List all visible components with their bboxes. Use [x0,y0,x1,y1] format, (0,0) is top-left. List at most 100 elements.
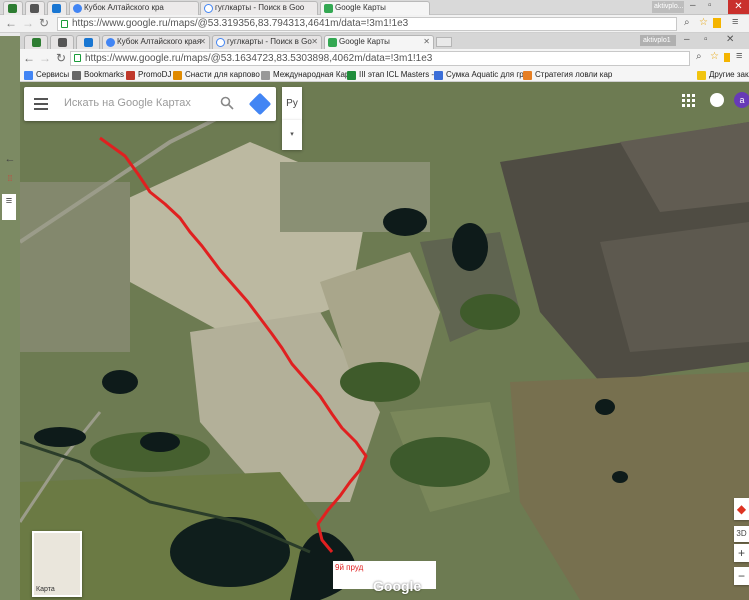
outer-tab-3[interactable] [47,1,67,15]
tab-favicon-icon [52,4,61,13]
url-text: https://www.google.ru/maps/@53.319356,83… [72,18,409,29]
forward-icon[interactable]: → [22,16,34,30]
bookmark-strategiya[interactable]: Стратегия ловли кар [523,69,612,81]
language-button[interactable]: Ру [282,87,302,121]
bookmark-mezhdunarodnaya[interactable]: Международная Кар [261,69,349,81]
tab-label: гуглкарты - Поиск в Go [227,37,312,46]
star-icon[interactable]: ☆ [710,51,719,62]
inner-tab-maps[interactable]: Google Карты ✕ [324,35,434,49]
tab-favicon-icon [32,38,41,47]
tab-close-icon[interactable]: ✕ [423,36,430,48]
apps-icon[interactable]: ⁞⁞ [2,172,18,186]
outer-tab-strip: Кубок Алтайского кра гуглкарты - Поиск в… [0,0,749,15]
pond [34,427,86,447]
profile-badge[interactable]: aktivplo... [652,1,684,13]
maximize-icon[interactable]: ▫ [704,34,708,45]
bookmark-label: Стратегия ловли кар [535,70,613,79]
tab-favicon-icon [30,4,39,13]
inner-tab-1[interactable] [24,35,48,49]
google-icon [216,38,225,47]
map-search-box[interactable]: Искать на Google Картах [24,87,276,121]
inner-tab-kubok[interactable]: Кубок Алтайского края ✕ [102,35,210,49]
site-icon [434,71,443,80]
menu-icon[interactable]: ≡ [732,16,738,28]
zoom-in-button[interactable]: + [734,544,749,562]
outer-tab-kubok[interactable]: Кубок Алтайского кра [69,1,199,15]
bookmark-snasti[interactable]: Снасти для карпово [173,69,260,81]
outer-tab-1[interactable] [3,1,23,15]
menu-icon[interactable]: ≡ [2,194,16,220]
google-apps-icon[interactable] [682,94,695,107]
satellite-imagery [20,82,749,600]
chevron-down-icon[interactable]: ▾ [282,120,302,150]
reload-icon[interactable]: ↻ [39,16,49,30]
tab-label: Кубок Алтайского кра [84,3,164,12]
extension-icon[interactable] [724,53,730,62]
bookmark-bookmarks[interactable]: Bookmarks [72,69,124,81]
profile-badge[interactable]: aktivplo1 [640,35,676,46]
outer-tab-maps[interactable]: Google Карты [320,1,430,15]
inner-tab-3[interactable] [76,35,100,49]
tab-close-icon[interactable]: ✕ [199,36,206,48]
back-icon[interactable]: ← [22,50,36,66]
star-icon[interactable]: ☆ [699,17,708,28]
close-icon[interactable]: ✕ [728,0,749,14]
map-type-toggle[interactable]: Карта [32,531,82,597]
minimize-icon[interactable]: – [690,0,696,11]
extension-icon[interactable] [713,18,721,28]
inner-tab-search[interactable]: гуглкарты - Поиск в Go ✕ [212,35,322,49]
pond [452,223,488,271]
inner-address-row: ← → ↻ https://www.google.ru/maps/@53.163… [20,49,749,67]
zoom-out-button[interactable]: − [734,567,749,585]
outer-url-field[interactable]: https://www.google.ru/maps/@53.319356,83… [57,17,677,31]
bookmark-sumka[interactable]: Сумка Aquatic для гр [434,69,524,81]
hamburger-menu-icon[interactable] [34,98,48,110]
zoom-icon[interactable]: ⌕ [696,51,702,62]
bookmark-label: Сервисы [36,70,70,79]
maximize-icon[interactable]: ▫ [708,0,712,11]
google-icon [204,4,213,13]
bookmark-services[interactable]: Сервисы [24,69,69,81]
document-icon [261,71,270,80]
pond [383,208,427,236]
outer-tab-2[interactable] [25,1,45,15]
inner-url-field[interactable]: https://www.google.ru/maps/@53.1634723,8… [70,51,690,66]
directions-icon[interactable] [248,92,272,116]
outer-window-left-edge: ← ⁞⁞ ≡ [0,36,20,600]
tab-close-icon[interactable]: ✕ [311,36,318,48]
avatar[interactable]: a [734,92,749,108]
bookmark-icl-masters[interactable]: III этап ICL Masters - [347,69,434,81]
bookmark-promodj[interactable]: PromoDJ [126,69,171,81]
reload-icon[interactable]: ↻ [54,50,68,66]
back-icon[interactable]: ← [5,16,17,30]
chrome-icon [73,4,82,13]
bookmark-label: III этап ICL Masters - [359,70,435,79]
bookmark-label: PromoDJ [138,70,172,79]
zoom-icon[interactable]: ⌕ [684,17,690,28]
menu-icon[interactable]: ≡ [736,50,742,62]
compass-icon[interactable]: ◆ [734,498,749,520]
inner-tab-2[interactable] [50,35,74,49]
outer-address-row: ← → ↻ https://www.google.ru/maps/@53.319… [0,15,749,33]
maps-icon [328,38,337,47]
back-icon[interactable]: ← [2,152,18,166]
3d-button[interactable]: 3D [734,526,749,542]
outer-tab-search[interactable]: гуглкарты - Поиск в Goo [200,1,318,15]
site-icon [173,71,182,80]
forward-icon[interactable]: → [38,50,52,66]
notifications-icon[interactable] [710,93,724,107]
bookmark-label: Сумка Aquatic для гр [446,70,524,79]
minimize-icon[interactable]: – [684,34,690,45]
tab-label: гуглкарты - Поиск в Goo [215,3,305,12]
site-icon [523,71,532,80]
tab-label: Google Карты [339,37,390,46]
bookmark-label: Bookmarks [84,70,125,79]
close-icon[interactable]: ✕ [726,34,734,45]
star-icon [72,71,81,80]
satellite-map[interactable]: Искать на Google Картах Ру ▾ a 9й пруд К… [20,82,749,600]
search-icon[interactable] [220,96,234,110]
map-type-label: Карта [36,586,55,593]
new-tab-button[interactable] [436,37,452,47]
bookmark-label: Международная Кар [273,70,350,79]
bookmark-other[interactable]: Другие закл [697,69,749,81]
